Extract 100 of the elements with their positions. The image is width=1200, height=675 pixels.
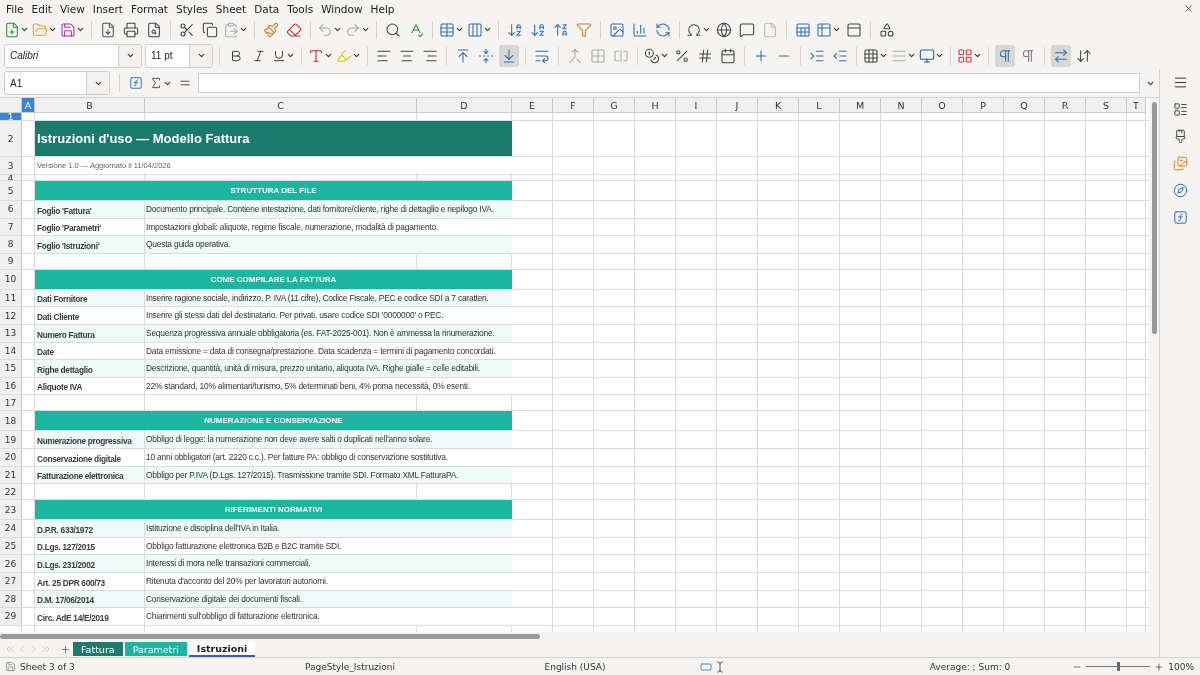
column-header[interactable]: R bbox=[1045, 98, 1086, 113]
dropdown-caret-icon[interactable] bbox=[352, 51, 361, 60]
cut-icon[interactable] bbox=[179, 21, 195, 38]
column-header[interactable]: K bbox=[758, 98, 799, 113]
dropdown-caret-icon[interactable] bbox=[239, 25, 248, 34]
shapes-icon[interactable] bbox=[879, 21, 895, 38]
dropdown-caret-icon[interactable] bbox=[455, 25, 464, 34]
row-header[interactable]: 1 bbox=[0, 113, 22, 120]
dropdown-caret-icon[interactable] bbox=[20, 25, 29, 34]
column-header[interactable]: P bbox=[963, 98, 1004, 113]
column-header[interactable]: A bbox=[22, 98, 35, 113]
dropdown-caret-icon[interactable] bbox=[324, 51, 333, 60]
menu-item[interactable]: Insert bbox=[92, 2, 129, 15]
right-to-left-icon[interactable] bbox=[1020, 47, 1036, 64]
column-header[interactable]: J bbox=[717, 98, 758, 113]
chart-icon[interactable] bbox=[632, 21, 648, 38]
row-header[interactable]: 24 bbox=[0, 520, 22, 537]
row-header[interactable]: 22 bbox=[0, 484, 22, 500]
text-direction-vertical-icon[interactable] bbox=[1076, 47, 1092, 64]
properties-icon[interactable] bbox=[1172, 102, 1188, 117]
italic-icon[interactable] bbox=[252, 48, 266, 63]
split-window-icon[interactable] bbox=[846, 21, 862, 38]
row-header[interactable]: 2 bbox=[0, 121, 22, 156]
sort-icon[interactable] bbox=[507, 21, 523, 38]
row-header[interactable]: 19 bbox=[0, 431, 22, 448]
copy-icon[interactable] bbox=[202, 21, 218, 38]
spellcheck-icon[interactable] bbox=[408, 21, 424, 38]
column-header[interactable]: M bbox=[840, 98, 881, 113]
menu-item[interactable]: Edit bbox=[31, 2, 58, 15]
hyperlink-icon[interactable] bbox=[716, 21, 732, 38]
dropdown-caret-icon[interactable] bbox=[286, 51, 295, 60]
gallery-icon[interactable] bbox=[1172, 156, 1188, 171]
underline-icon[interactable] bbox=[272, 48, 286, 63]
menu-item[interactable]: File bbox=[6, 2, 30, 15]
menu-item[interactable]: Help bbox=[370, 2, 401, 15]
center-vertically-icon[interactable] bbox=[478, 47, 494, 64]
sheet-tab[interactable]: Istruzioni bbox=[188, 641, 256, 657]
percent-icon[interactable] bbox=[674, 47, 690, 64]
column-header[interactable]: B bbox=[35, 98, 145, 113]
column-header[interactable]: O bbox=[922, 98, 963, 113]
row-header[interactable]: 12 bbox=[0, 307, 22, 324]
dropdown-caret-icon[interactable] bbox=[973, 51, 982, 60]
dropdown-caret-icon[interactable] bbox=[832, 25, 841, 34]
column-header[interactable]: G bbox=[594, 98, 635, 113]
row-header[interactable]: 23 bbox=[0, 500, 22, 520]
print-preview-icon[interactable] bbox=[146, 21, 162, 38]
comment-icon[interactable] bbox=[739, 21, 755, 38]
menu-item[interactable]: View bbox=[59, 2, 91, 15]
dropdown-caret-icon[interactable] bbox=[196, 51, 206, 60]
column-header[interactable]: C bbox=[145, 98, 417, 113]
column-header[interactable]: F bbox=[553, 98, 594, 113]
column-header[interactable]: I bbox=[676, 98, 717, 113]
dropdown-caret-icon[interactable] bbox=[333, 25, 342, 34]
dropdown-caret-icon[interactable] bbox=[702, 25, 711, 34]
sort-descending-icon[interactable] bbox=[553, 21, 569, 38]
bold-icon[interactable] bbox=[229, 48, 243, 63]
clear-formatting-icon[interactable] bbox=[286, 21, 302, 38]
find-replace-icon[interactable] bbox=[385, 21, 401, 38]
pdf-export-icon[interactable] bbox=[100, 21, 116, 38]
conditional-format-icon[interactable] bbox=[957, 47, 973, 64]
scrollbar-thumb[interactable] bbox=[1151, 102, 1157, 334]
row-header[interactable]: 15 bbox=[0, 360, 22, 377]
formula-input-field[interactable] bbox=[198, 73, 1140, 93]
sum-icon[interactable] bbox=[149, 76, 163, 90]
dropdown-caret-icon[interactable] bbox=[660, 51, 669, 60]
column-header[interactable]: E bbox=[512, 98, 553, 113]
special-character-icon[interactable] bbox=[686, 21, 702, 38]
row-header[interactable]: 3 bbox=[0, 157, 22, 174]
column-header[interactable]: S bbox=[1086, 98, 1127, 113]
column-header[interactable]: D bbox=[417, 98, 512, 113]
column-header[interactable]: N bbox=[881, 98, 922, 113]
unmerge-cells-icon[interactable] bbox=[613, 47, 629, 64]
navigator-icon[interactable] bbox=[1172, 183, 1188, 198]
date-format-icon[interactable] bbox=[720, 47, 736, 64]
pivot-table-icon[interactable] bbox=[655, 21, 671, 38]
clone-formatting-icon[interactable] bbox=[263, 21, 279, 38]
menu-item[interactable]: Tools bbox=[287, 2, 320, 15]
menu-item[interactable]: Data bbox=[254, 2, 286, 15]
menu-icon[interactable] bbox=[1172, 75, 1188, 90]
menu-item[interactable]: Window bbox=[321, 2, 369, 15]
dropdown-caret-icon[interactable] bbox=[76, 25, 85, 34]
selection-mode-icon[interactable] bbox=[700, 660, 712, 673]
column-header[interactable]: T bbox=[1127, 98, 1146, 113]
currency-format-icon[interactable] bbox=[644, 47, 660, 64]
sheet-tab[interactable]: Fattura bbox=[73, 642, 123, 656]
save-icon[interactable] bbox=[60, 21, 76, 38]
menu-item[interactable]: Sheet bbox=[215, 2, 253, 15]
insert-mode-icon[interactable] bbox=[714, 660, 726, 673]
column-header[interactable]: Q bbox=[1004, 98, 1045, 113]
font-name-field[interactable]: Calibri bbox=[4, 43, 142, 68]
dropdown-caret-icon[interactable] bbox=[935, 51, 944, 60]
row-header[interactable]: 26 bbox=[0, 555, 22, 572]
row-header[interactable]: 17 bbox=[0, 395, 22, 411]
row-header[interactable]: 18 bbox=[0, 411, 22, 431]
define-print-area-icon[interactable] bbox=[795, 21, 811, 38]
document-modified-icon[interactable] bbox=[4, 661, 16, 672]
highlight-color-icon[interactable] bbox=[336, 47, 352, 64]
zoom-in-icon[interactable] bbox=[1154, 661, 1165, 672]
font-color-icon[interactable] bbox=[308, 47, 324, 64]
row-header[interactable]: 6 bbox=[0, 201, 22, 218]
